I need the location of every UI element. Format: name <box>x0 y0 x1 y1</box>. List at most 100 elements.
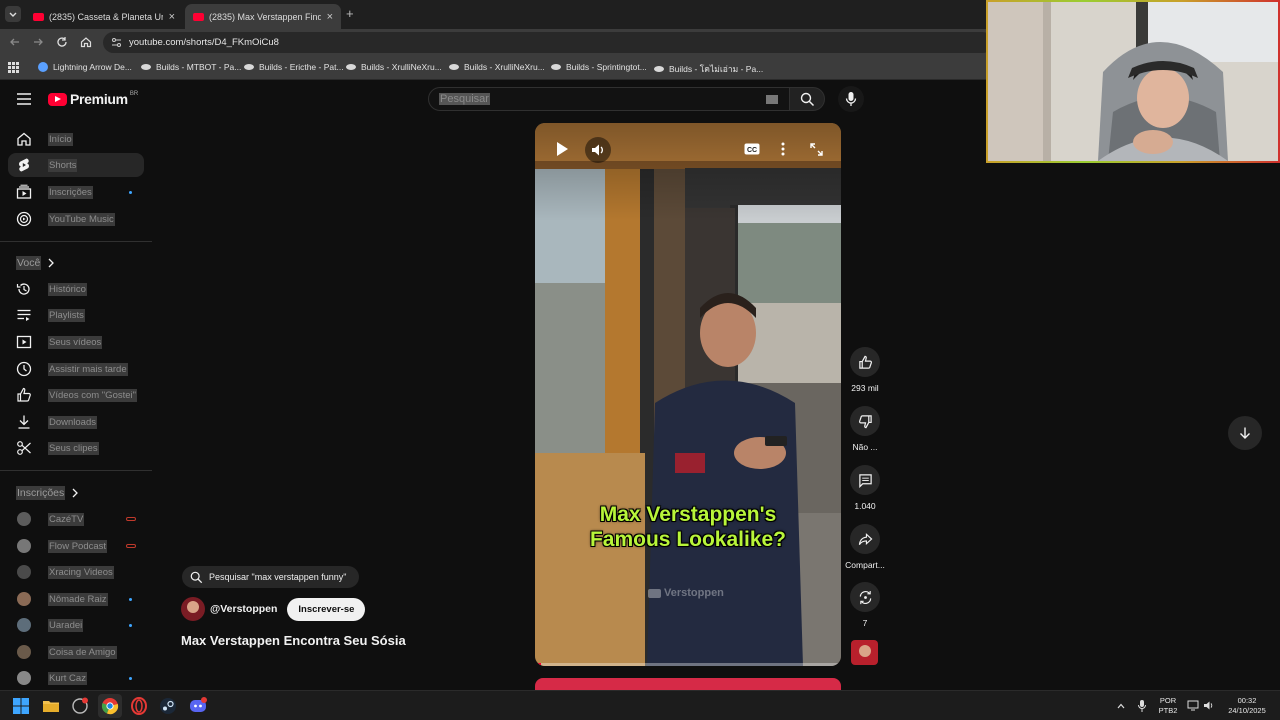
home-icon[interactable] <box>79 35 93 49</box>
sidebar-subscriptions-header[interactable]: Inscrições <box>16 486 79 500</box>
sidebar-channel-item[interactable]: Uaradei <box>8 613 144 637</box>
bookmark-item[interactable]: Builds - XrulliNeXru... <box>449 62 545 72</box>
tab-title: (2835) Casseta & Planeta Urgen <box>49 11 163 22</box>
channel-avatar <box>17 618 31 632</box>
sidebar-item-liked-videos[interactable]: Vídeos com "Gostei" <box>8 383 144 407</box>
microphone-icon[interactable] <box>1137 699 1147 713</box>
sidebar-channel-item[interactable]: Nômade Raiz <box>8 587 144 611</box>
youtube-logo[interactable]: Premium BR <box>48 91 138 107</box>
youtube-music-icon <box>16 211 32 227</box>
discord-icon[interactable] <box>189 697 207 715</box>
reload-icon[interactable] <box>55 35 69 49</box>
avatar-face <box>187 601 199 613</box>
tab-search-button[interactable] <box>5 6 21 22</box>
bookmark-label: Builds - MTBOT - Pa... <box>156 62 242 72</box>
file-explorer-icon[interactable] <box>42 697 60 715</box>
like-button[interactable]: 293 mil <box>843 347 887 393</box>
sidebar-item-playlists[interactable]: Playlists <box>8 303 144 327</box>
bookmark-item[interactable]: Builds - XrulliNeXru... <box>346 62 442 72</box>
close-tab-icon[interactable]: × <box>327 11 333 23</box>
sidebar-channel-item[interactable]: Xracing Videos <box>8 560 144 584</box>
subscribe-button[interactable]: Inscrever-se <box>287 597 366 621</box>
close-tab-icon[interactable]: × <box>169 11 175 23</box>
more-options-icon[interactable] <box>781 142 785 156</box>
apps-grid-icon[interactable] <box>8 62 19 73</box>
keyboard-icon[interactable] <box>766 95 778 104</box>
short-video-player[interactable]: CC Max Verstappen's Famous Lookalike? Ve… <box>535 123 841 666</box>
steam-icon[interactable] <box>159 697 177 715</box>
clock[interactable]: 00:32 24/10/2025 <box>1222 696 1272 716</box>
sidebar-item-watch-later[interactable]: Assistir mais tarde <box>8 357 144 381</box>
sidebar-item-shorts[interactable]: Shorts <box>8 153 144 177</box>
new-tab-button[interactable]: + <box>346 6 354 21</box>
home-icon <box>17 132 31 146</box>
address-bar[interactable]: youtube.com/shorts/D4_FKmOiCu8 <box>103 32 993 53</box>
channel-avatar[interactable] <box>181 597 205 621</box>
chrome-taskbar-button[interactable] <box>98 694 122 718</box>
sidebar-channel-item[interactable]: Kurt Caz <box>8 666 144 690</box>
webcam-feed <box>988 2 1278 161</box>
voice-search-button[interactable] <box>838 86 864 112</box>
dislike-button[interactable]: Não ... <box>843 406 887 452</box>
sidebar-item-youtube-music[interactable]: YouTube Music <box>8 207 144 231</box>
browser-tab-1[interactable]: (2835) Max Verstappen Finds H × <box>185 4 341 29</box>
back-icon[interactable] <box>8 35 22 49</box>
bookmark-favicon-icon <box>551 64 561 70</box>
bookmark-item[interactable]: Builds - MTBOT - Pa... <box>141 62 241 72</box>
sidebar-channel-item[interactable]: Flow Podcast <box>8 534 144 558</box>
sidebar-channel-item[interactable]: CazéTV <box>8 507 144 531</box>
bookmark-item[interactable]: Builds - โคไม่เอ่าม - Pa... <box>654 62 763 76</box>
sidebar-item-label: YouTube Music <box>48 212 115 226</box>
sidebar-item-history[interactable]: Histórico <box>8 277 144 301</box>
captions-icon[interactable]: CC <box>744 143 760 155</box>
subscriptions-icon <box>16 184 32 199</box>
bookmark-item[interactable]: Builds - Sprintingtot... <box>551 62 647 72</box>
input-language-indicator[interactable]: POR PTB2 <box>1155 696 1181 716</box>
app-icon[interactable] <box>71 697 89 715</box>
sidebar-item-downloads[interactable]: Downloads <box>8 410 144 434</box>
windows-taskbar: POR PTB2 00:32 24/10/2025 <box>0 690 1280 720</box>
channel-name: Xracing Videos <box>48 565 114 579</box>
bookmark-item[interactable]: Lightning Arrow De... <box>38 62 132 72</box>
sidebar-channel-item[interactable]: Coisa de Amigo <box>8 640 144 664</box>
remix-button[interactable]: 7 <box>843 582 887 628</box>
channel-handle[interactable]: @Verstoppen <box>210 603 277 615</box>
hamburger-menu-icon[interactable] <box>16 92 32 106</box>
live-indicator-icon <box>126 517 136 521</box>
next-short-button[interactable] <box>1228 416 1262 450</box>
forward-icon[interactable] <box>31 35 45 49</box>
windows-start-icon[interactable] <box>12 697 30 715</box>
speaker-icon[interactable] <box>1203 700 1215 711</box>
site-info-icon[interactable] <box>111 37 122 48</box>
search-placeholder: Pesquisar <box>439 93 490 105</box>
comments-button[interactable]: 1.040 <box>843 465 887 511</box>
share-button[interactable]: Compart... <box>843 524 887 570</box>
chevron-right-icon <box>48 258 55 268</box>
sidebar-item-subscriptions[interactable]: Inscrições <box>8 180 144 204</box>
short-title[interactable]: Max Verstappen Encontra Seu Sósia <box>181 633 406 648</box>
chevron-up-icon[interactable] <box>1116 701 1126 711</box>
video-progress-track[interactable] <box>535 663 841 666</box>
sidebar-item-home[interactable]: Início <box>8 127 144 151</box>
network-icon[interactable] <box>1187 700 1199 711</box>
search-button[interactable] <box>789 87 825 111</box>
sidebar-you-header[interactable]: Você <box>16 256 55 270</box>
url-text: youtube.com/shorts/D4_FKmOiCu8 <box>129 37 279 48</box>
search-icon <box>190 571 203 583</box>
dislike-label: Não ... <box>852 442 878 452</box>
bookmark-label: Builds - Ericthe - Pat... <box>259 62 344 72</box>
browser-tab-0[interactable]: (2835) Casseta & Planeta Urgen × <box>25 4 183 29</box>
next-short-preview[interactable] <box>535 678 841 690</box>
sidebar-item-your-videos[interactable]: Seus vídeos <box>8 330 144 354</box>
audio-source-thumbnail[interactable] <box>851 640 878 665</box>
search-suggestion-chip[interactable]: Pesquisar "max verstappen funny" <box>182 566 359 588</box>
volume-button[interactable] <box>585 137 611 163</box>
opera-icon[interactable] <box>130 697 148 715</box>
search-input[interactable]: Pesquisar <box>428 87 790 111</box>
channel-name: Coisa de Amigo <box>48 645 117 659</box>
sidebar-item-clips[interactable]: Seus clipes <box>8 436 144 460</box>
bookmark-item[interactable]: Builds - Ericthe - Pat... <box>244 62 344 72</box>
play-icon[interactable] <box>555 141 569 157</box>
fullscreen-icon[interactable] <box>810 143 823 156</box>
watermark-logo-icon <box>648 588 661 598</box>
